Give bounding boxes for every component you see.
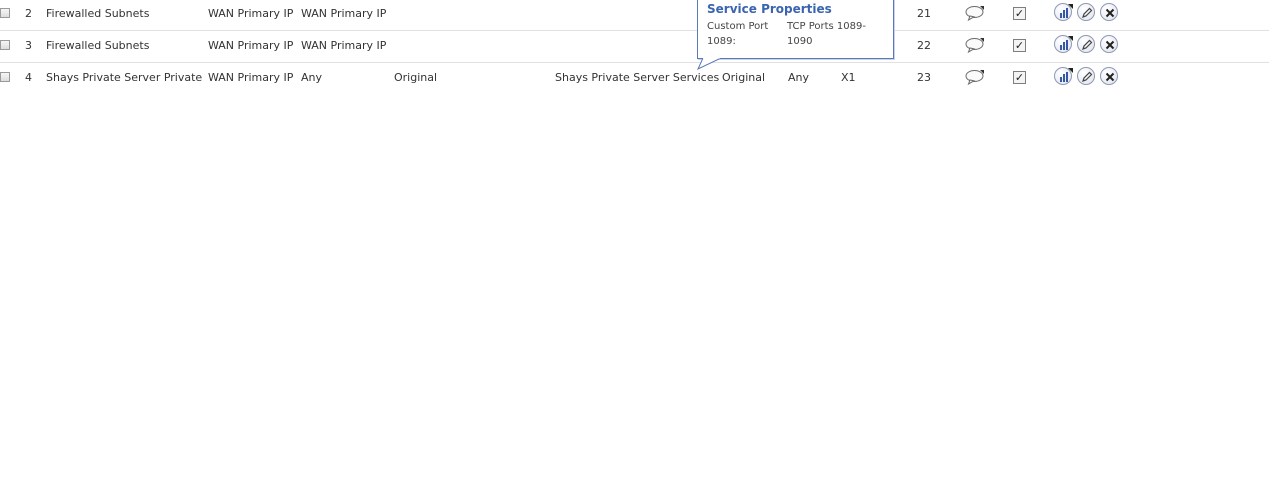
tooltip-title: Service Properties — [707, 2, 832, 16]
rule-number: 2 — [25, 7, 32, 20]
pencil-icon[interactable] — [1077, 67, 1095, 85]
outbound-interface: X1 — [841, 71, 856, 84]
row-select-checkbox[interactable] — [0, 72, 10, 82]
original-destination: WAN Primary IP — [301, 7, 387, 20]
table-row: 2 Firewalled Subnets WAN Primary IP WAN … — [0, 0, 1269, 31]
original-source: Shays Private Server Private — [46, 71, 203, 84]
close-icon[interactable] — [1100, 67, 1118, 85]
statistics-icon[interactable] — [1054, 3, 1073, 21]
row-select-checkbox[interactable] — [0, 8, 10, 18]
statistics-icon[interactable] — [1054, 35, 1073, 53]
original-source: Firewalled Subnets — [46, 39, 150, 52]
translated-source: WAN Primary IP — [208, 7, 294, 20]
statistics-icon[interactable] — [1054, 67, 1073, 85]
tooltip-property-key: Custom Port 1089: — [707, 21, 769, 47]
priority: 23 — [917, 71, 931, 84]
service-properties-tooltip: Service Properties Custom Port 1089: TCP… — [697, 0, 894, 59]
original-destination: Any — [301, 71, 323, 84]
translated-source: WAN Primary IP — [208, 71, 294, 84]
close-icon[interactable] — [1100, 3, 1118, 21]
close-icon[interactable] — [1100, 35, 1118, 53]
translated-source: WAN Primary IP — [208, 39, 294, 52]
tooltip-pointer — [697, 58, 722, 70]
table-row: 3 Firewalled Subnets WAN Primary IP WAN … — [0, 30, 1269, 63]
rule-number: 3 — [25, 39, 32, 52]
priority: 22 — [917, 39, 931, 52]
comment-bubble-icon[interactable] — [965, 69, 985, 86]
translated-destination: Original — [394, 71, 438, 84]
pencil-icon[interactable] — [1077, 3, 1095, 21]
enable-checkbox[interactable]: ✓ — [1013, 7, 1026, 20]
priority: 21 — [917, 7, 931, 20]
row-select-checkbox[interactable] — [0, 40, 10, 50]
original-source: Firewalled Subnets — [46, 7, 150, 20]
enable-checkbox[interactable]: ✓ — [1013, 39, 1026, 52]
table-row: 4 Shays Private Server Private WAN Prima… — [0, 62, 1269, 94]
inbound-interface: Any — [788, 71, 810, 84]
original-destination: WAN Primary IP — [301, 39, 387, 52]
translated-service: Original — [722, 71, 766, 84]
original-service: Shays Private Server Services — [555, 71, 720, 84]
enable-checkbox[interactable]: ✓ — [1013, 71, 1026, 84]
comment-bubble-icon[interactable] — [965, 37, 985, 54]
comment-bubble-icon[interactable] — [965, 5, 985, 22]
rule-number: 4 — [25, 71, 32, 84]
pencil-icon[interactable] — [1077, 35, 1095, 53]
tooltip-property-value: TCP Ports 1089-1090 — [787, 21, 866, 47]
